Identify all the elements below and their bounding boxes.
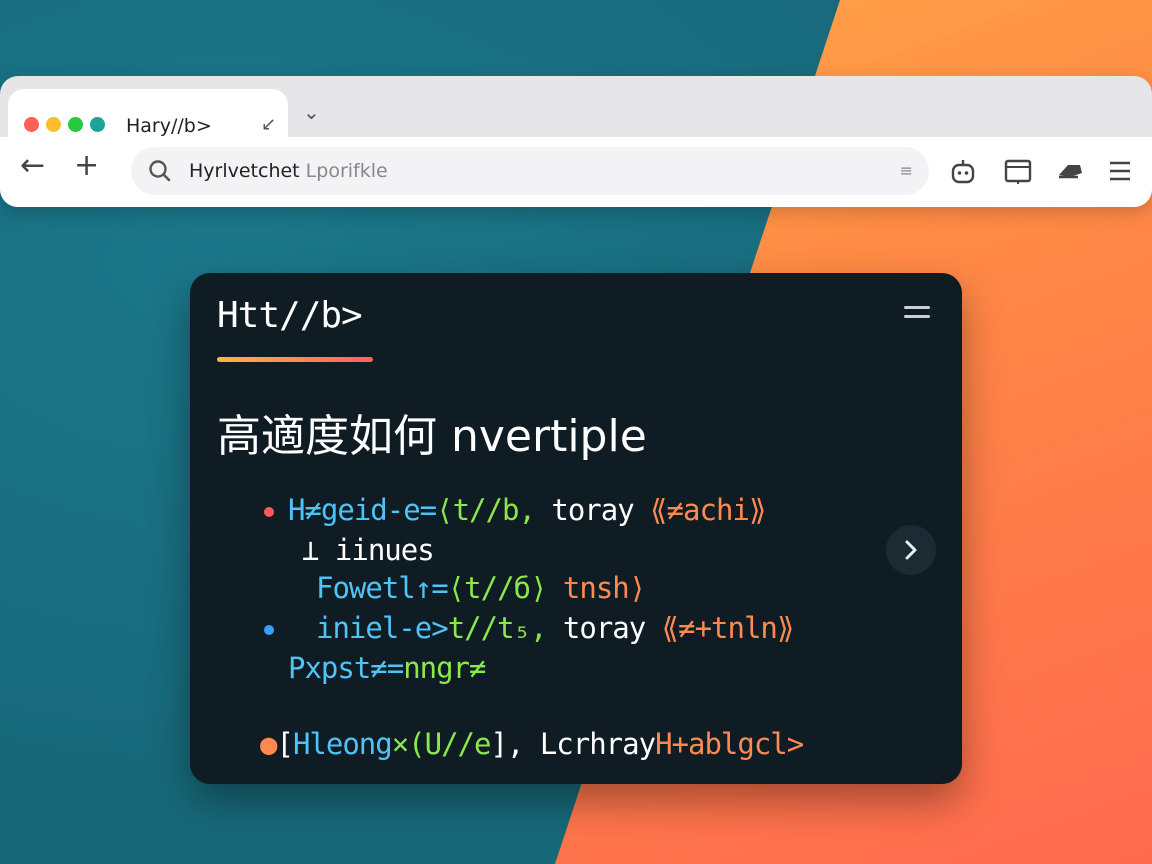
code-line-2: ⊥ iinues [302, 533, 435, 567]
code-token: tnsh⟩ [546, 571, 646, 605]
code-token: [ [276, 727, 293, 761]
code-token: nngr≠ [403, 651, 486, 685]
extra-window-button[interactable] [90, 117, 105, 132]
code-token: toray [534, 493, 651, 527]
flame-icon: ● [260, 727, 277, 761]
bullet-blue [264, 625, 274, 635]
back-button[interactable]: ← [20, 151, 45, 181]
code-token: ], Lcrhray [490, 727, 656, 761]
code-token: ×(U//e [391, 727, 492, 761]
code-token: iniel-e> [316, 611, 449, 645]
code-token: Pxpst≠= [288, 651, 404, 685]
card-title: Htt//b> [217, 295, 363, 336]
code-token: ⟪≠+tnln⟫ [661, 611, 795, 645]
code-card: Htt//b> 高適度如何 nvertiple H≠geid-e=⟨t//b, … [190, 273, 962, 784]
tab-dropdown-icon[interactable]: ⌄ [303, 100, 320, 124]
code-line-1: H≠geid-e=⟨t//b, toray ⟪≠achi⟫ [288, 493, 766, 527]
chevron-right-icon [905, 540, 917, 560]
bullet-red [264, 507, 274, 517]
url-main: Hyrlvetchet [189, 160, 300, 182]
new-tab-button[interactable]: + [74, 151, 99, 181]
code-token: toray [546, 611, 662, 645]
maximize-window-button[interactable] [68, 117, 83, 132]
browser-window-chrome: Hary//b> ↙ ⌄ ← + Hyrlvetchet Lporifkle ≡ [0, 76, 1152, 207]
code-line-5: Pxpst≠=nngr≠ [288, 651, 487, 685]
code-token: ⟪≠achi⟫ [650, 493, 766, 527]
code-line-6: ●[Hleong×(U//e], LcrhrayH+ablgcl> [260, 727, 804, 761]
extension-icon[interactable] [950, 159, 976, 191]
toolbar: ← + Hyrlvetchet Lporifkle ≡ [0, 137, 1152, 207]
address-bar[interactable]: Hyrlvetchet Lporifkle ≡ [131, 147, 929, 195]
reader-icon[interactable] [1004, 159, 1032, 189]
url-hint: Lporifkle [299, 160, 388, 182]
code-line-4: iniel-e>t//t₅, toray ⟪≠+tnln⟫ [316, 611, 795, 645]
code-token: Hleong [292, 727, 393, 761]
code-token: H+ablgcl> [655, 727, 804, 761]
title-underline [217, 357, 373, 362]
minimize-window-button[interactable] [46, 117, 61, 132]
card-menu-icon[interactable] [904, 306, 930, 324]
close-window-button[interactable] [24, 117, 39, 132]
code-token: t//t₅, [447, 611, 548, 645]
code-token: Fowetl↑= [316, 571, 449, 605]
menu-icon[interactable] [1108, 159, 1132, 187]
cloud-icon[interactable] [1056, 159, 1084, 187]
window-controls [24, 117, 105, 132]
search-icon [147, 158, 173, 188]
reader-mode-icon[interactable]: ≡ [900, 161, 913, 180]
card-heading: 高適度如何 nvertiple [217, 411, 647, 462]
next-button[interactable] [886, 525, 936, 575]
code-token: ⟨t//b, [436, 493, 536, 527]
url-text[interactable]: Hyrlvetchet Lporifkle [189, 160, 388, 182]
tab-title: Hary//b> [126, 115, 212, 137]
tab-close-icon[interactable]: ↙ [261, 114, 276, 135]
code-line-3: Fowetl↑=⟨t//б⟩ tnsh⟩ [316, 571, 646, 605]
code-token: H≠geid-e= [288, 493, 437, 527]
code-token: ⟨t//б⟩ [447, 571, 548, 605]
